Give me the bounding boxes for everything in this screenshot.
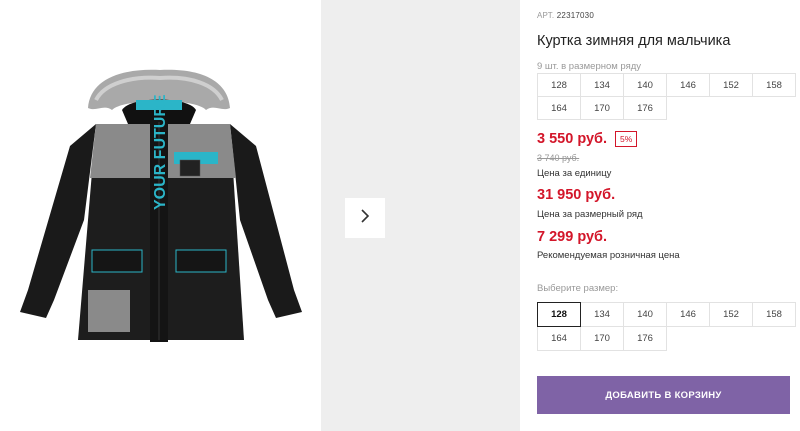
pack-size-cell: 170 <box>580 96 624 120</box>
retail-price-note: Рекомендуемая розничная цена <box>537 250 680 261</box>
choose-size-label: Выберите размер: <box>537 283 619 294</box>
old-price: 3 740 руб. <box>537 153 580 163</box>
pack-size-cell: 152 <box>709 73 753 97</box>
pack-price-note: Цена за размерный ряд <box>537 209 643 220</box>
pack-size-cell: 140 <box>623 73 667 97</box>
add-to-cart-button[interactable]: ДОБАВИТЬ В КОРЗИНУ <box>537 376 790 414</box>
pack-size-cell: 128 <box>537 73 581 97</box>
article-label: АРТ. <box>537 11 555 20</box>
size-option[interactable]: 170 <box>580 326 624 351</box>
size-option[interactable]: 134 <box>580 302 624 327</box>
product-gallery: YOUR FUTURE <box>0 0 520 431</box>
size-option[interactable]: 164 <box>537 326 581 351</box>
size-option[interactable]: 140 <box>623 302 667 327</box>
size-option[interactable]: 146 <box>666 302 710 327</box>
unit-price: 3 550 руб. <box>537 131 608 147</box>
pack-price: 31 950 руб. <box>537 187 616 203</box>
pack-label: 9 шт. в размерном ряду <box>537 61 642 72</box>
unit-price-note: Цена за единицу <box>537 168 612 179</box>
jacket-print-text: YOUR FUTURE <box>152 94 169 210</box>
unit-price-row: 3 550 руб. 5% <box>537 131 638 147</box>
jacket-image: YOUR FUTURE <box>20 69 302 342</box>
size-option[interactable]: 152 <box>709 302 753 327</box>
chevron-right-icon <box>358 208 372 228</box>
pack-size-cell: 158 <box>752 73 796 97</box>
pack-size-cell: 134 <box>580 73 624 97</box>
retail-price: 7 299 руб. <box>537 229 608 245</box>
pack-size-cell: 164 <box>537 96 581 120</box>
size-option[interactable]: 158 <box>752 302 796 327</box>
product-info: АРТ. 22317030 Куртка зимняя для мальчика… <box>537 0 800 431</box>
article-number: АРТ. 22317030 <box>537 11 594 20</box>
article-value: 22317030 <box>556 11 594 20</box>
size-selector: 128 134 140 146 152 158 164 170 176 <box>537 302 796 351</box>
pack-sizes: 128 134 140 146 152 158 164 170 176 <box>537 73 796 120</box>
discount-badge: 5% <box>615 131 638 147</box>
pack-size-cell: 176 <box>623 96 667 120</box>
product-title: Куртка зимняя для мальчика <box>537 33 731 49</box>
pack-size-cell: 146 <box>666 73 710 97</box>
product-photo[interactable]: YOUR FUTURE <box>0 0 320 431</box>
next-image-button[interactable] <box>345 198 385 238</box>
size-option-selected[interactable]: 128 <box>537 302 581 327</box>
size-option[interactable]: 176 <box>623 326 667 351</box>
